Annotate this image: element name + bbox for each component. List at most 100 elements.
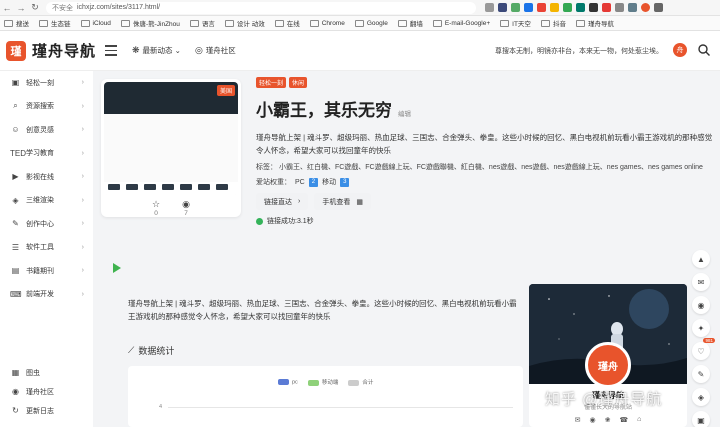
site-description: 瑾舟导航上架 | 魂斗罗、超级玛丽、热血足球、三国志、合金弹头、拳皇。这些小时候… [256,133,713,155]
search-icon[interactable] [697,43,711,57]
legend-label: 合计 [362,380,374,386]
folder-icon [575,19,585,27]
edit-link[interactable]: 编辑 [398,108,411,118]
sidebar-item-label: 软件工具 [26,244,54,252]
floating-tool-button[interactable]: ✎ [692,365,710,383]
sidebar-item[interactable]: ⌨ 前端开发 › [0,283,93,307]
bookmark-item[interactable]: 搜送 [4,18,29,28]
sidebar-item[interactable]: ☰ 软件工具 › [0,236,93,260]
url-field[interactable]: 不安全 ichxjz.com/sites/3117.html/ [46,1,476,14]
social-link-icon[interactable]: ◉ [589,416,595,424]
floating-tool-button[interactable]: ✉ [692,273,710,291]
logo-mark: 瑾 [6,40,26,61]
folder-icon [354,19,364,27]
logo-text: 瑾舟导航 [32,43,97,60]
social-link-icon[interactable]: ☎ [619,416,628,424]
sidebar-bottom-item[interactable]: ▦ 图虫 [0,363,93,382]
bookmark-item[interactable]: 设计 动效 [224,18,265,28]
visit-link-button[interactable]: 链接直达 › [256,193,309,210]
menu-icon[interactable] [654,3,663,12]
tool-icon: ◈ [697,392,705,402]
sidebar-item[interactable]: ▶ 影视在线 › [0,165,93,189]
extension-icon[interactable] [485,3,494,12]
extension-icon[interactable] [524,3,533,12]
sidebar-bottom-item[interactable]: ◉ 瑾舟社区 [0,382,93,401]
sidebar-item[interactable]: ⌕ 资源搜索 › [0,95,93,119]
tool-badge: 981 [703,338,715,343]
bookmark-item[interactable]: E-mail-Google+ [432,19,491,27]
bookmark-item[interactable]: 语言 [189,18,215,28]
user-avatar[interactable]: 舟 [673,43,687,57]
sidebar-item-label: 学习教育 [26,150,54,158]
floating-tool-button[interactable]: ▣ [692,411,710,427]
folder-icon [224,19,234,27]
social-link-icon[interactable]: ⌂ [637,416,641,424]
floating-tool-button[interactable]: ▲ [692,250,710,268]
floating-tool-button[interactable]: ◉ [692,296,710,314]
extension-icon[interactable] [511,3,520,12]
tag-list: 标签： 小霸王、红白機、FC遊戲、FC遊戲線上玩、FC遊戲聯機、紅白機、nes遊… [256,164,703,171]
bookmark-item[interactable]: 翻墙 [397,18,423,28]
apps-icon: ❋ [132,45,140,55]
sidebar-item-label: 更新日志 [26,407,54,415]
nav-community[interactable]: ◎ 瑾舟社区 [195,45,236,56]
sidebar-item[interactable]: ▤ 书籍期刊 › [0,259,93,283]
bookmark-item[interactable]: 在线 [274,18,300,28]
site-logo[interactable]: 瑾 瑾舟导航 [6,40,96,61]
bookmark-item[interactable]: Google [354,19,388,27]
bookmark-item[interactable]: IT天空 [500,18,531,28]
bookmark-label: E-mail-Google+ [444,19,491,27]
floating-tool-button[interactable]: ✦ [692,319,710,337]
mobile-view-button[interactable]: 手机查看 ▦ [314,193,371,210]
site-screenshot[interactable]: 美国 [104,82,238,195]
weights-label: 爱站权重： [256,179,291,186]
nav-latest[interactable]: ❋ 最新动态 ⌄ [132,45,181,56]
sidebar-bottom-item[interactable]: ↻ 更新日志 [0,401,93,420]
bookmark-label: 语言 [201,21,215,28]
bookmark-item[interactable]: 瑾舟导航 [575,18,614,28]
sidebar-item[interactable]: ☺ 创意灵感 › [0,118,93,142]
extension-icon[interactable] [550,3,559,12]
bookmark-label: 搜送 [16,21,29,28]
sidebar-icon: TED [10,148,26,158]
stats-chart: pc 移动端 合计 4 [128,366,523,427]
extension-icon[interactable] [563,3,572,12]
sidebar-item[interactable]: ◈ 三维渲染 › [0,189,93,213]
floating-tool-button[interactable]: ◈ [692,388,710,406]
bookmark-item[interactable]: 侏唐-熊-JinZhou [120,18,180,28]
folder-icon [4,19,13,27]
sidebar-item[interactable]: ▣ 轻松一刻 › [0,71,93,95]
site-summary: 瑾舟导航上架 | 魂斗罗、超级玛丽、热血足球、三国志、合金弹头、拳皇。这些小时候… [128,299,517,321]
category-tag[interactable]: 休闲 [289,77,308,88]
floating-tool-button[interactable]: ♡ 981 [692,338,715,360]
extension-icon[interactable] [628,3,637,12]
sidebar-item[interactable]: ✎ 创作中心 › [0,212,93,236]
back-button[interactable]: ← [0,1,14,15]
legend-item[interactable]: 移动端 [307,378,338,386]
hamburger-menu-icon[interactable] [105,45,117,56]
sidebar-item[interactable]: TED 学习教育 › [0,142,93,166]
reload-button[interactable]: ↻ [28,1,42,15]
social-link-icon[interactable]: ❀ [605,416,611,424]
bookmark-item[interactable]: 抖音 [540,18,566,28]
extension-icon[interactable] [589,3,598,12]
category-tag[interactable]: 轻松一刻 [256,77,287,88]
extension-icon[interactable] [498,3,507,12]
eye-icon: ◉ [182,199,190,209]
legend-item[interactable]: pc [278,378,298,385]
bookmark-item[interactable]: 生态链 [39,18,71,28]
favorite-stat[interactable]: ☆ 0 [152,199,160,217]
bookmark-item[interactable]: Chrome [309,19,345,27]
extension-icon[interactable] [576,3,585,12]
extension-icon[interactable] [537,3,546,12]
weight-mobile-badge: 3 [340,177,350,187]
social-link-icon[interactable]: ✉ [575,416,581,424]
legend-item[interactable]: 合计 [348,378,373,386]
extension-icon[interactable] [615,3,624,12]
bookmark-item[interactable]: iCloud [80,19,111,27]
sidebar-item-label: 书籍期刊 [26,267,54,275]
author-avatar[interactable]: 瑾舟 [585,342,631,388]
profile-avatar[interactable] [641,3,650,12]
forward-button[interactable]: → [14,1,28,15]
extension-icon[interactable] [602,3,611,12]
